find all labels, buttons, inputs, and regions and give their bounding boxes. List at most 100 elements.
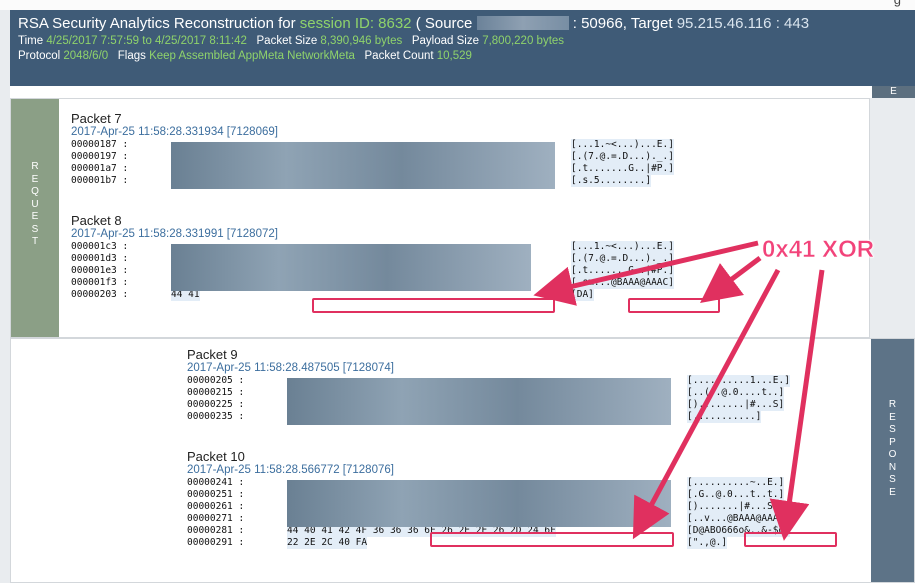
flags-value: Keep Assembled AppMeta NetworkMeta bbox=[149, 50, 355, 62]
response-column-top[interactable]: E bbox=[872, 86, 915, 98]
side-letter: R bbox=[31, 161, 39, 172]
offset: 00000197 : bbox=[71, 151, 129, 162]
ascii-text: [".,@.] bbox=[687, 537, 728, 549]
ascii-text: [DA] bbox=[571, 289, 594, 301]
side-letter: S bbox=[31, 223, 39, 235]
offset: 00000203 : bbox=[71, 289, 129, 300]
packet-timestamp: 2017-Apr-25 11:58:28.566772 [7128076] bbox=[187, 464, 394, 476]
target-label: Target bbox=[626, 15, 673, 32]
side-letter: R bbox=[888, 399, 897, 410]
ascii-text: [...1.~<...)...E.] bbox=[571, 139, 674, 151]
hex-bytes: 22 2E 2C 40 FA bbox=[287, 537, 368, 549]
packet-title: Packet 10 bbox=[187, 449, 245, 464]
offset: 00000291 : bbox=[187, 537, 245, 548]
ascii-text: [..(..@.0....t..] bbox=[687, 387, 785, 399]
protocol-value: 2048/6/0 bbox=[63, 50, 109, 62]
side-letter: Q bbox=[31, 186, 39, 197]
side-letter: P bbox=[889, 436, 896, 448]
offset: 00000187 : bbox=[71, 139, 129, 150]
request-panel: REQUEST Packet 7 2017-Apr-25 11:58:28.33… bbox=[10, 98, 870, 338]
packet-count-value: 10,529 bbox=[436, 50, 472, 62]
ascii-text: [..v...@BAAA@AAAT] bbox=[687, 513, 790, 525]
source-label: ( Source bbox=[411, 15, 473, 32]
offset: 00000241 : bbox=[187, 477, 245, 488]
offset: 000001c3 : bbox=[71, 241, 129, 252]
side-letter: E bbox=[889, 486, 896, 498]
page-title: RSA Security Analytics Reconstruction fo… bbox=[18, 15, 907, 32]
offset: 00000205 : bbox=[187, 375, 245, 386]
ascii-text: [).......|#...SP.] bbox=[687, 501, 790, 513]
side-letter: U bbox=[31, 198, 39, 210]
ascii-text: [)........|#...S] bbox=[687, 399, 785, 411]
offset: 000001f3 : bbox=[71, 277, 129, 288]
offset: 00000281 : bbox=[187, 525, 245, 536]
ascii-text: [.sm...@BAAA@AAAC] bbox=[571, 277, 674, 289]
ascii-text: [..........~..E.] bbox=[687, 477, 785, 489]
target-value: 95.215.46.116 : 443 bbox=[672, 15, 810, 32]
flags-label: Flags bbox=[117, 50, 150, 62]
packet-timestamp: 2017-Apr-25 11:58:28.331934 [7128069] bbox=[71, 126, 278, 138]
cropped-text: g bbox=[894, 0, 901, 7]
ascii-text: [.t.......G..|#P.] bbox=[571, 265, 674, 277]
ascii-text: [...........] bbox=[687, 411, 762, 423]
offset: 00000225 : bbox=[187, 399, 245, 410]
side-letter: N bbox=[888, 461, 897, 473]
redacted-hex-block bbox=[287, 378, 671, 425]
side-letter: S bbox=[889, 424, 896, 435]
redacted-hex-block bbox=[171, 244, 531, 291]
protocol-label: Protocol bbox=[18, 50, 64, 62]
side-letter: T bbox=[31, 236, 39, 247]
packet-title: Packet 7 bbox=[71, 111, 122, 126]
protocol-row: Protocol 2048/6/0 Flags Keep Assembled A… bbox=[18, 50, 907, 62]
payload-size-label: Payload Size bbox=[411, 35, 483, 47]
redacted-hex-block bbox=[287, 480, 671, 527]
top-strip: g bbox=[0, 0, 915, 10]
response-panel: RESPONSE Packet 9 2017-Apr-25 11:58:28.4… bbox=[10, 338, 915, 583]
session-id: session ID: 8632 bbox=[299, 15, 412, 32]
panel-top-border bbox=[10, 86, 872, 98]
time-value: 4/25/2017 7:57:59 to 4/25/2017 8:11:42 bbox=[46, 35, 247, 47]
side-letter: E bbox=[31, 173, 39, 185]
source-port: : 50966, bbox=[572, 15, 627, 32]
ascii-text: [..........1...E.] bbox=[687, 375, 790, 387]
offset: 000001b7 : bbox=[71, 175, 129, 186]
session-header: RSA Security Analytics Reconstruction fo… bbox=[10, 10, 915, 86]
ascii-text: [.(7.@.=.D...)._.] bbox=[571, 253, 674, 265]
packet-count-label: Packet Count bbox=[364, 50, 437, 62]
title-prefix: RSA Security Analytics Reconstruction fo… bbox=[18, 15, 300, 32]
packet-timestamp: 2017-Apr-25 11:58:28.487505 [7128074] bbox=[187, 362, 394, 374]
packet-size-label: Packet Size bbox=[256, 35, 321, 47]
offset: 00000215 : bbox=[187, 387, 245, 398]
offset: 00000261 : bbox=[187, 501, 245, 512]
offset: 00000271 : bbox=[187, 513, 245, 524]
ascii-text: [.t.......G..|#P.] bbox=[571, 163, 674, 175]
packet-title: Packet 8 bbox=[71, 213, 122, 228]
highlight-box-ascii-response bbox=[744, 532, 837, 547]
time-label: Time bbox=[18, 35, 47, 47]
offset: 000001d3 : bbox=[71, 253, 129, 264]
time-row: Time 4/25/2017 7:57:59 to 4/25/2017 8:11… bbox=[18, 35, 907, 47]
highlight-box-hex-request bbox=[312, 298, 555, 313]
ascii-text: [.s.5........] bbox=[571, 175, 652, 187]
packet-title: Packet 9 bbox=[187, 347, 238, 362]
side-letter: O bbox=[888, 449, 897, 460]
offset: 000001e3 : bbox=[71, 265, 129, 276]
packet-timestamp: 2017-Apr-25 11:58:28.331991 [7128072] bbox=[71, 228, 278, 240]
ascii-text: [.G..@.0...t..t.] bbox=[687, 489, 785, 501]
highlight-box-hex-response bbox=[430, 532, 674, 547]
request-side-label[interactable]: REQUEST bbox=[11, 99, 59, 337]
ascii-text: [...1.~<...)...E.] bbox=[571, 241, 674, 253]
side-letter: E bbox=[31, 211, 39, 222]
response-side-label[interactable]: RESPONSE bbox=[871, 339, 914, 582]
offset: 00000251 : bbox=[187, 489, 245, 500]
side-letter: E bbox=[889, 411, 896, 423]
ascii-text: [.(7.@.=.D...)._.] bbox=[571, 151, 674, 163]
offset: 000001a7 : bbox=[71, 163, 129, 174]
offset: 00000235 : bbox=[187, 411, 245, 422]
packet-size-value: 8,390,946 bytes bbox=[320, 35, 403, 47]
redacted-hex-block bbox=[171, 142, 555, 189]
redacted-source-ip bbox=[476, 16, 569, 30]
side-letter: S bbox=[889, 474, 896, 485]
highlight-box-ascii-request bbox=[628, 298, 720, 313]
payload-size-value: 7,800,220 bytes bbox=[482, 35, 565, 47]
